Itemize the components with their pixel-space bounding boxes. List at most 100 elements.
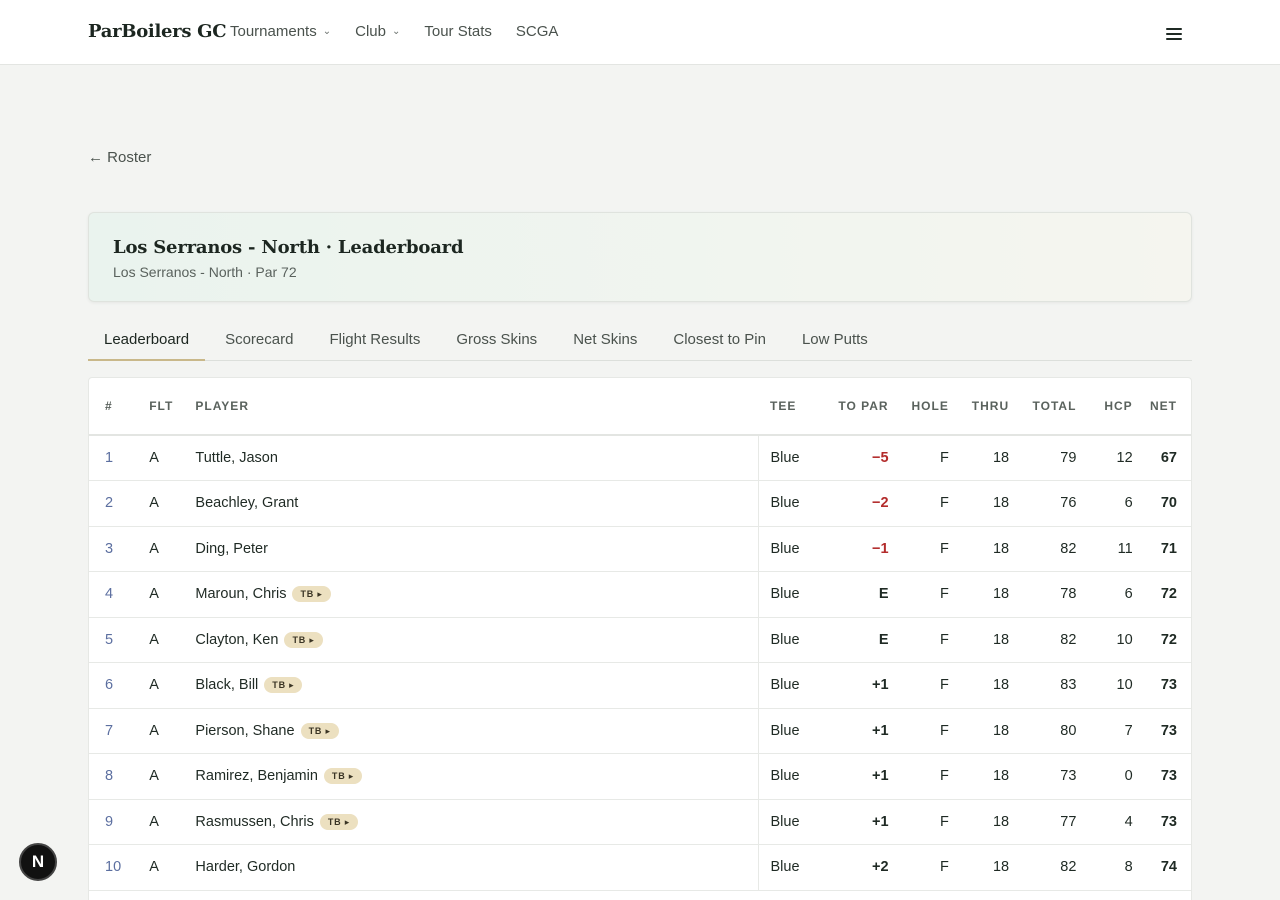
brand-logo[interactable]: ParBoilers GC — [88, 21, 227, 42]
tee-cell: Blue — [758, 435, 829, 481]
to-par-cell: −1 — [828, 526, 889, 572]
rank-cell: 8 — [89, 753, 138, 800]
table-row[interactable]: 1 A Tuttle, Jason Blue −5 F 18 79 12 67 — [89, 435, 1191, 481]
hole-cell: F — [888, 617, 949, 663]
total-cell: 73 — [1009, 753, 1077, 800]
tiebreak-badge[interactable]: TB ▸ — [284, 631, 323, 648]
col-header-tee[interactable]: TEE — [758, 378, 829, 436]
player-name[interactable]: Pierson, Shane — [195, 723, 294, 739]
main-nav: Tournaments ⌄ Club ⌄ Tour Stats SCGA — [230, 23, 558, 40]
tab-scorecard[interactable]: Scorecard — [209, 320, 309, 361]
player-name[interactable]: Ding, Peter — [195, 541, 268, 557]
to-par-cell: +2 — [828, 844, 889, 891]
tiebreak-badge[interactable]: TB ▸ — [323, 768, 363, 785]
tiebreak-badge[interactable]: TB ▸ — [292, 586, 331, 603]
tee-cell: Blue — [758, 480, 829, 527]
thru-cell: 18 — [948, 480, 1010, 527]
col-header-thru[interactable]: THRU — [948, 378, 1010, 436]
rank-cell: 3 — [89, 526, 138, 572]
nav-scga[interactable]: SCGA — [516, 23, 559, 40]
col-header-rank[interactable]: # — [89, 378, 138, 436]
to-par-cell: +1 — [828, 799, 889, 845]
nav-tour-stats[interactable]: Tour Stats — [424, 23, 492, 40]
rank-cell: 5 — [89, 617, 138, 663]
player-name[interactable]: Black, Bill — [195, 677, 258, 693]
to-par-cell: −2 — [828, 480, 889, 527]
hole-cell: F — [888, 753, 949, 800]
tiebreak-badge[interactable]: TB ▸ — [319, 813, 359, 830]
nav-club[interactable]: Club ⌄ — [355, 23, 400, 40]
player-cell: Pierson, Shane TB ▸ — [183, 708, 759, 754]
top-navbar: ParBoilers GC Tournaments ⌄ Club ⌄ Tour … — [0, 0, 1280, 65]
col-header-player[interactable]: PLAYER — [183, 378, 758, 436]
tab-net-skins[interactable]: Net Skins — [557, 320, 653, 361]
tee-cell: Blue — [758, 571, 829, 618]
hcp-cell: 7 — [1076, 708, 1133, 754]
player-cell: Black, Bill TB ▸ — [183, 662, 759, 709]
player-name[interactable]: Ramirez, Benjamin — [195, 768, 318, 784]
hcp-cell: 10 — [1076, 662, 1133, 709]
table-row[interactable]: 6 A Black, Bill TB ▸ Blue +1 F 18 83 10 73 — [89, 662, 1191, 709]
hcp-cell: 6 — [1076, 480, 1133, 527]
table-header-row: # FLT PLAYER TEE TO PAR HOLE THRU TOTAL … — [89, 378, 1191, 436]
thru-cell: 18 — [948, 708, 1010, 754]
table-row[interactable]: 5 A Clayton, Ken TB ▸ Blue E F 18 82 10 72 — [89, 617, 1191, 663]
nav-link-label: Club — [355, 23, 386, 40]
tiebreak-badge[interactable]: TB ▸ — [300, 722, 339, 739]
net-cell: 71 — [1132, 526, 1191, 572]
col-header-total[interactable]: TOTAL — [1009, 378, 1077, 436]
flight-cell: A — [137, 571, 184, 618]
player-name[interactable]: Harder, Gordon — [195, 859, 295, 875]
col-header-flight[interactable]: FLT — [137, 378, 184, 436]
rank-cell: 4 — [89, 571, 138, 618]
player-name[interactable]: Rasmussen, Chris — [195, 814, 313, 830]
player-name[interactable]: Tuttle, Jason — [195, 450, 277, 466]
tiebreak-badge[interactable]: TB ▸ — [264, 677, 303, 694]
table-row[interactable]: 3 A Ding, Peter Blue −1 F 18 82 11 71 — [89, 526, 1191, 572]
rank-cell: 7 — [89, 708, 138, 754]
tee-cell: Blue — [758, 844, 829, 891]
page-subtitle: Los Serranos - North · Par 72 — [113, 264, 297, 280]
table-row[interactable]: 8 A Ramirez, Benjamin TB ▸ Blue +1 F 18 73 0 73 — [89, 753, 1191, 800]
table-row[interactable]: 9 A Rasmussen, Chris TB ▸ Blue +1 F 18 77 4 73 — [89, 799, 1191, 845]
table-row[interactable]: 2 A Beachley, Grant Blue −2 F 18 76 6 70 — [89, 480, 1191, 527]
tab-closest-to-pin[interactable]: Closest to Pin — [657, 320, 782, 361]
total-cell: 79 — [1009, 435, 1077, 481]
page-title: Los Serranos - North · Leaderboard — [113, 237, 464, 258]
total-cell: 82 — [1009, 617, 1077, 663]
tab-leaderboard[interactable]: Leaderboard — [88, 320, 206, 361]
tab-gross-skins[interactable]: Gross Skins — [440, 320, 553, 361]
player-name[interactable]: Maroun, Chris — [195, 586, 286, 602]
to-par-cell: +1 — [828, 753, 889, 800]
hamburger-menu-icon[interactable] — [1166, 28, 1182, 42]
thru-cell: 18 — [948, 617, 1010, 663]
net-cell: 73 — [1132, 753, 1191, 800]
next-dev-tools-button[interactable]: N — [19, 843, 57, 881]
tab-bar: Leaderboard Scorecard Flight Results Gross … — [88, 320, 1192, 361]
flight-cell: A — [137, 753, 184, 800]
col-header-net[interactable]: NET — [1132, 378, 1191, 436]
nav-tournaments[interactable]: Tournaments ⌄ — [230, 23, 331, 40]
hole-cell: F — [888, 526, 949, 572]
table-row[interactable]: 4 A Maroun, Chris TB ▸ Blue E F 18 78 6 72 — [89, 571, 1191, 618]
table-row[interactable]: 10 A Harder, Gordon Blue +2 F 18 82 8 74 — [89, 844, 1191, 891]
back-to-roster-link[interactable]: ← Roster — [88, 149, 151, 166]
hcp-cell: 8 — [1076, 844, 1133, 891]
table-row[interactable]: 7 A Pierson, Shane TB ▸ Blue +1 F 18 80 7 73 — [89, 708, 1191, 754]
tab-flight-results[interactable]: Flight Results — [313, 320, 436, 361]
player-name[interactable]: Beachley, Grant — [195, 495, 298, 511]
thru-cell: 18 — [948, 526, 1010, 572]
player-cell: Ramirez, Benjamin TB ▸ — [183, 753, 759, 800]
net-cell: 73 — [1132, 799, 1191, 845]
total-cell: 77 — [1009, 799, 1077, 845]
player-name[interactable]: Clayton, Ken — [195, 632, 278, 648]
tee-cell: Blue — [758, 799, 829, 845]
tee-cell: Blue — [758, 753, 829, 800]
tee-cell: Blue — [758, 617, 829, 663]
col-header-hole[interactable]: HOLE — [888, 378, 949, 436]
col-header-hcp[interactable]: HCP — [1076, 378, 1133, 436]
tab-low-putts[interactable]: Low Putts — [786, 320, 884, 361]
chevron-down-icon: ⌄ — [322, 26, 332, 37]
hole-cell: F — [888, 844, 949, 891]
col-header-to-par[interactable]: TO PAR — [828, 378, 889, 436]
